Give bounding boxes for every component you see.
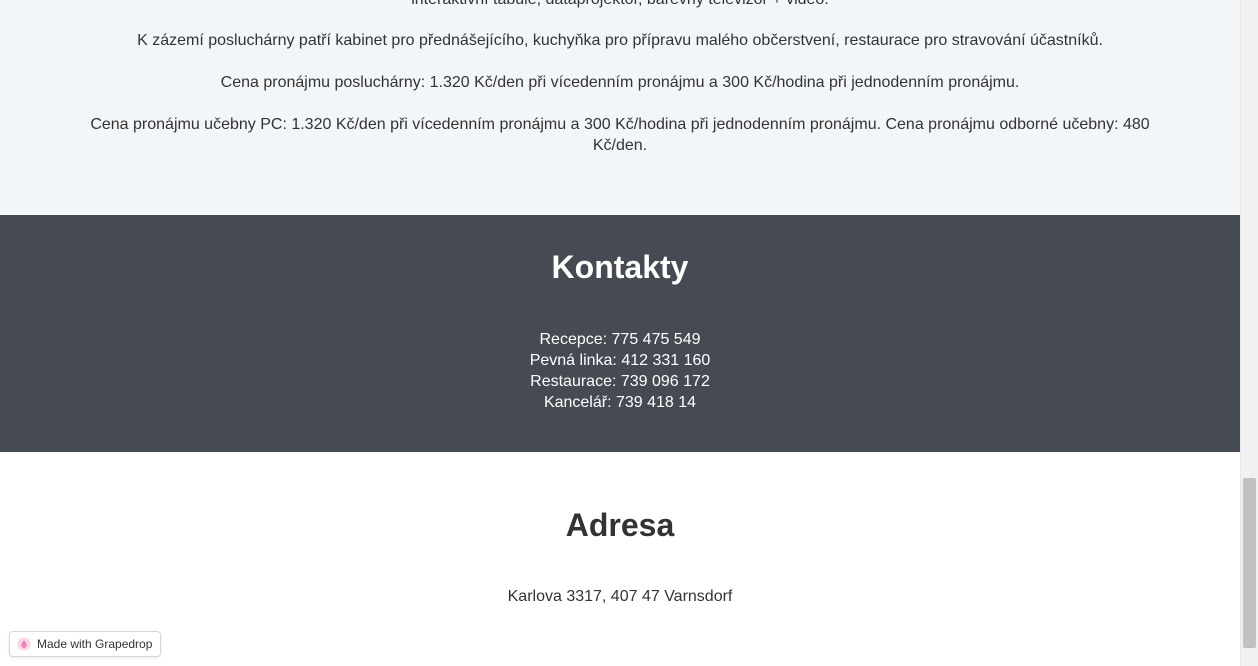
address-heading: Adresa [565,507,675,543]
address-text: Karlova 3317, 407 47 Varnsdorf [507,588,733,605]
page: interaktivní tabule, dataprojektor, bare… [0,0,1240,666]
info-paragraph-facilities: K zázemí posluchárny patří kabinet pro p… [137,32,1103,49]
contacts-heading: Kontakty [551,249,689,285]
contacts-section: Kontakty Recepce: 775 475 549 Pevná link… [0,215,1240,452]
contact-office: Kancelář: 739 418 14 [543,394,697,411]
contact-reception: Recepce: 775 475 549 [539,331,701,348]
contact-restaurant: Restaurace: 739 096 172 [530,373,710,390]
vertical-scrollbar[interactable] [1240,0,1258,666]
info-paragraph-lecture-hall-price: Cena pronájmu posluchárny: 1.320 Kč/den … [220,74,1020,91]
made-with-grapedrop-badge[interactable]: Made with Grapedrop [9,631,162,657]
address-section: Adresa Karlova 3317, 407 47 Varnsdorf [0,452,1240,666]
info-paragraph-classroom-price: Cena pronájmu učebny PC: 1.320 Kč/den př… [90,116,1150,154]
info-section: interaktivní tabule, dataprojektor, bare… [0,0,1240,215]
badge-label: Made with Grapedrop [37,637,153,651]
contacts-list: Recepce: 775 475 549 Pevná linka: 412 33… [0,329,1240,413]
scrollbar-thumb[interactable] [1243,478,1256,648]
grapedrop-drop-icon [17,637,31,651]
info-paragraph-equipment: interaktivní tabule, dataprojektor, bare… [80,0,1160,10]
contact-landline: Pevná linka: 412 331 160 [529,352,711,369]
